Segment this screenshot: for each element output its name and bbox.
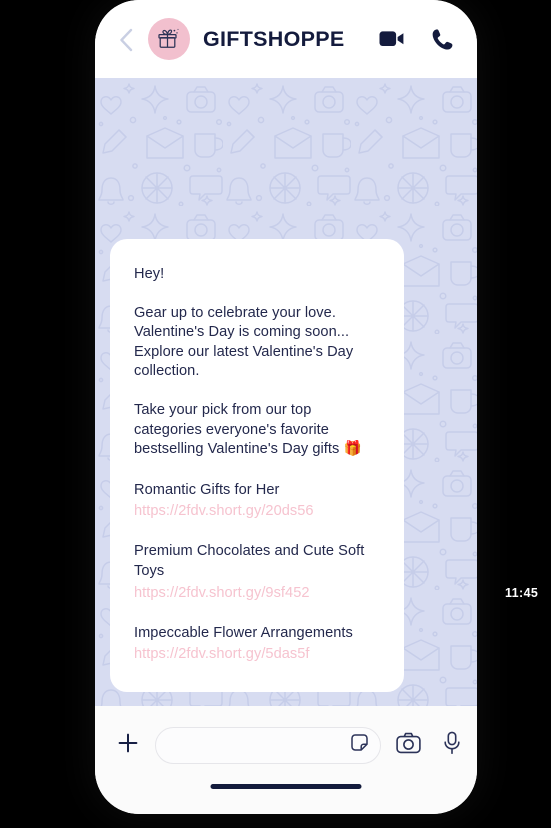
- camera-icon: [395, 732, 421, 759]
- video-camera-icon: [379, 29, 405, 49]
- plus-icon: [116, 731, 140, 760]
- message-paragraph-1: Gear up to celebrate your love. Valentin…: [134, 304, 354, 380]
- attach-button[interactable]: [111, 728, 145, 762]
- chat-message-area: Hey! Gear up to celebrate your love. Val…: [95, 78, 477, 706]
- composer-row: [95, 721, 477, 769]
- microphone-icon: [443, 731, 461, 760]
- link-item: Premium Chocolates and Cute Soft Toys ht…: [134, 542, 382, 602]
- message-paragraph-2: Take your pick from our top categories e…: [134, 401, 382, 460]
- page-title: GIFTSHOPPE: [203, 26, 345, 51]
- phone-frame: GIFTSHOPPE Hey! Gear up to celebrate you…: [95, 0, 477, 814]
- link-title: Premium Chocolates and Cute Soft Toys: [134, 543, 365, 579]
- microphone-button[interactable]: [437, 730, 467, 760]
- camera-button[interactable]: [393, 730, 423, 760]
- message-input[interactable]: [170, 727, 346, 763]
- link-item: Impeccable Flower Arrangements https://2…: [134, 624, 382, 665]
- link-title: Romantic Gifts for Her: [134, 481, 280, 498]
- message-paragraph-2-text: Take your pick from our top categories e…: [134, 401, 344, 458]
- link-url[interactable]: https://2fdv.short.gy/5das5f: [134, 644, 382, 664]
- screenshot-canvas: GIFTSHOPPE Hey! Gear up to celebrate you…: [0, 0, 551, 828]
- link-title: Impeccable Flower Arrangements: [134, 624, 353, 641]
- sticker-button[interactable]: [346, 732, 372, 758]
- link-item: Romantic Gifts for Her https://2fdv.shor…: [134, 481, 382, 522]
- chevron-left-icon: [119, 28, 133, 52]
- link-url[interactable]: https://2fdv.short.gy/20ds56: [134, 501, 382, 521]
- avatar[interactable]: [148, 18, 190, 60]
- home-indicator: [210, 783, 362, 789]
- voice-call-button[interactable]: [427, 24, 457, 54]
- video-call-button[interactable]: [377, 24, 407, 54]
- message-input-field[interactable]: [155, 726, 381, 764]
- message-greeting: Hey!: [134, 266, 165, 282]
- link-url[interactable]: https://2fdv.short.gy/9sf452: [134, 583, 382, 603]
- chat-header: GIFTSHOPPE: [95, 0, 477, 78]
- back-button[interactable]: [113, 25, 139, 55]
- timestamp-label: 11:45: [505, 586, 539, 600]
- message-composer-bar: [95, 706, 477, 814]
- gift-emoji: 🎁: [343, 441, 362, 458]
- message-bubble[interactable]: Hey! Gear up to celebrate your love. Val…: [110, 239, 404, 693]
- phone-handset-icon: [431, 28, 454, 51]
- gift-box-icon: [156, 26, 182, 52]
- sticker-icon: [349, 732, 370, 758]
